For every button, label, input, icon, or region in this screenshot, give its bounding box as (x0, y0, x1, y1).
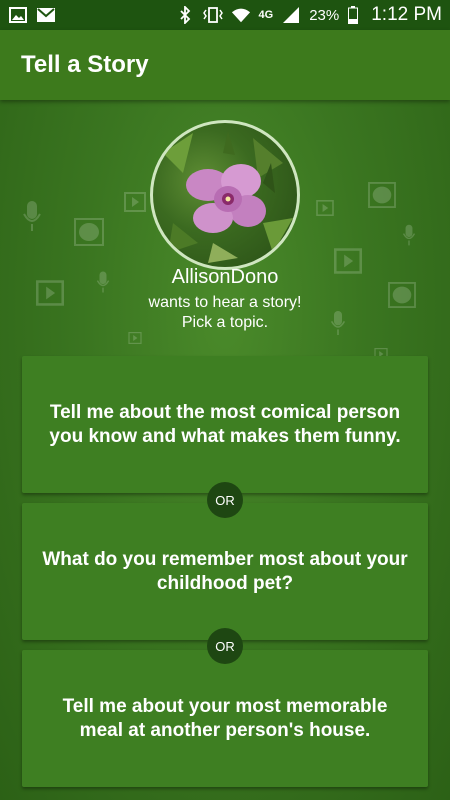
topic-card-2[interactable]: What do you remember most about your chi… (22, 503, 428, 640)
or-separator: OR (207, 482, 243, 518)
avatar[interactable] (150, 120, 300, 270)
wifi-icon (231, 5, 251, 25)
app-bar: Tell a Story (0, 30, 450, 100)
or-label: OR (215, 492, 235, 508)
microphone-icon (402, 224, 416, 246)
bluetooth-icon (175, 5, 195, 25)
battery-percent: 23% (309, 6, 340, 24)
lte-icon: 4G (258, 9, 274, 21)
or-separator: OR (207, 628, 243, 664)
topic-card-1[interactable]: Tell me about the most comical person yo… (22, 356, 428, 493)
status-left (8, 5, 56, 25)
user-name: AllisonDono (171, 266, 279, 288)
microphone-icon (23, 201, 41, 231)
battery-icon (347, 5, 359, 25)
subtitle-line-1: wants to hear a story! (148, 294, 302, 311)
topic-card-text: What do you remember most about your chi… (42, 548, 408, 594)
play-icon (128, 332, 142, 344)
status-right: 4G 23% 1:12 PM (175, 4, 442, 26)
status-bar: 4G 23% 1:12 PM (0, 0, 450, 30)
topic-card-text: Tell me about your most memorable meal a… (62, 695, 388, 741)
mail-icon (36, 5, 56, 25)
page-title: Tell a Story (21, 51, 149, 78)
topic-card-3[interactable]: Tell me about your most memorable meal a… (22, 650, 428, 787)
hibiscus-flower-icon (163, 131, 293, 263)
play-icon (124, 192, 146, 212)
clock: 1:12 PM (371, 4, 442, 25)
vibrate-icon (202, 5, 223, 25)
image-icon (8, 5, 28, 25)
signal-icon (281, 5, 301, 25)
subtitle-line-2: Pick a topic. (181, 314, 269, 331)
chat-icon (74, 218, 104, 246)
play-icon (316, 200, 334, 216)
main-content: AllisonDono wants to hear a story! Pick … (0, 100, 450, 800)
or-label: OR (215, 638, 235, 654)
topic-card-text: Tell me about the most comical person yo… (49, 401, 401, 447)
chat-icon (368, 182, 396, 208)
